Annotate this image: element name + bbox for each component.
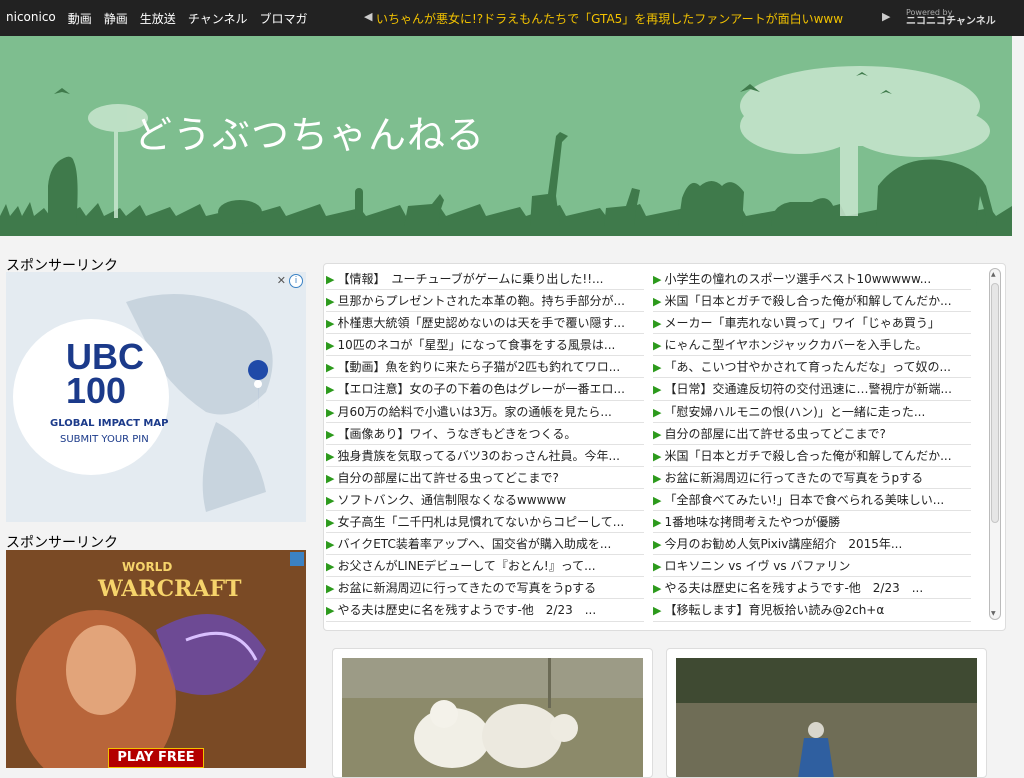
- link-item[interactable]: 自分の部屋に出て許せる虫ってどこまで?: [326, 467, 644, 489]
- polar-bear-photo: [342, 658, 643, 777]
- link-item[interactable]: お盆に新潟周辺に行ってきたので写真をうpする: [653, 467, 971, 489]
- scroll-up-icon[interactable]: ▲: [991, 271, 996, 278]
- link-item[interactable]: 【エロ注意】女の子の下着の色はグレーが一番エロ...: [326, 378, 644, 401]
- top-bar: niconico 動画 静画 生放送 チャンネル ブロマガ ◀ いちゃんが悪女に…: [0, 0, 1024, 36]
- ad-close-icon[interactable]: ✕: [277, 274, 286, 287]
- ticker-prev-icon[interactable]: ◀: [364, 10, 372, 23]
- link-item[interactable]: 10匹のネコが「星型」になって食事をする風景は...: [326, 334, 644, 357]
- nav-channel[interactable]: チャンネル: [188, 10, 248, 27]
- link-item[interactable]: 「慰安婦ハルモニの恨(ハン)」と一緒に走った...: [653, 401, 971, 423]
- link-item[interactable]: 米国「日本とガチで殺し合った俺が和解してんだか...: [653, 445, 971, 467]
- link-item[interactable]: 【画像あり】ワイ、うなぎもどきをつくる。: [326, 423, 644, 445]
- channel-title[interactable]: どうぶつちゃんねる: [134, 104, 485, 159]
- link-item[interactable]: 1番地味な拷問考えたやつが優勝: [653, 511, 971, 534]
- top-nav: niconico 動画 静画 生放送 チャンネル ブロマガ: [6, 10, 307, 27]
- link-item[interactable]: 今月のお勧め人気Pixiv講座紹介 2015年...: [653, 533, 971, 556]
- world-map-graphic: [6, 272, 306, 522]
- link-item[interactable]: 女子高生「二千円札は見慣れてないからコピーして...: [326, 511, 644, 534]
- link-item[interactable]: バイクETC装着率アップへ、国交省が購入助成を...: [326, 533, 644, 556]
- nav-blomaga[interactable]: ブロマガ: [259, 10, 307, 27]
- link-item[interactable]: 自分の部屋に出て許せる虫ってどこまで?: [653, 423, 971, 445]
- link-item[interactable]: お盆に新潟周辺に行ってきたので写真をうpする: [326, 577, 644, 600]
- channel-banner[interactable]: どうぶつちゃんねる: [0, 36, 1012, 236]
- ad-info-icon[interactable]: i: [289, 274, 303, 288]
- link-item[interactable]: にゃんこ型イヤホンジャックカバーを入手した。: [653, 334, 971, 357]
- nav-video[interactable]: 動画: [68, 10, 92, 27]
- link-column-right: 小学生の憧れのスポーツ選手ベスト10wwwww... 米国「日本とガチで殺し合っ…: [653, 268, 971, 622]
- article-card[interactable]: [332, 648, 653, 778]
- link-item[interactable]: 【移転します】育児板拾い読み@2ch+α: [653, 599, 971, 622]
- ad-impact-text: GLOBAL IMPACT MAP: [50, 418, 169, 429]
- ad-submit-text: SUBMIT YOUR PIN: [60, 434, 149, 445]
- link-list-scrollbar[interactable]: ▲ ▼: [989, 268, 1001, 620]
- link-item[interactable]: 旦那からプレゼントされた本革の鞄。持ち手部分が...: [326, 290, 644, 313]
- link-item[interactable]: 「全部食べてみたい!」日本で食べられる美味しい...: [653, 489, 971, 512]
- sponsor-label-2: スポンサーリンク: [6, 535, 118, 551]
- ad-100-text: 100: [66, 370, 127, 411]
- powered-by-logo[interactable]: Powered by ニコニコチャンネル: [906, 8, 996, 27]
- nav-seiga[interactable]: 静画: [104, 10, 128, 27]
- page-edge: [1012, 36, 1024, 768]
- ad-banner-ubc[interactable]: UBC 100 GLOBAL IMPACT MAP SUBMIT YOUR PI…: [6, 272, 306, 522]
- link-item[interactable]: メーカー「車売れない買って」ワイ「じゃあ買う」: [653, 312, 971, 335]
- link-item[interactable]: 【日常】交通違反切符の交付迅速に…警視庁が新端...: [653, 378, 971, 401]
- news-ticker[interactable]: いちゃんが悪女に!?ドラえもんたちで「GTA5」を再現したファンアートが面白いw…: [376, 10, 843, 27]
- link-item[interactable]: 「あ、こいつ甘やかされて育ったんだな」って奴の...: [653, 356, 971, 379]
- ad-world-text: WORLD: [122, 560, 173, 574]
- ad-warcraft-text: WARCRAFT: [98, 576, 242, 602]
- link-item[interactable]: 【情報】 ユーチューブがゲームに乗り出した!!...: [326, 268, 644, 291]
- link-item[interactable]: 小学生の憧れのスポーツ選手ベスト10wwwww...: [653, 268, 971, 291]
- nav-live[interactable]: 生放送: [140, 10, 176, 27]
- link-item[interactable]: ロキソニン vs イヴ vs バファリン: [653, 555, 971, 578]
- play-free-button[interactable]: PLAY FREE: [108, 748, 204, 768]
- lake-fishing-photo: [676, 658, 977, 777]
- link-item[interactable]: 米国「日本とガチで殺し合った俺が和解してんだか...: [653, 290, 971, 313]
- link-item[interactable]: 月60万の給料で小遣いは3万。家の通帳を見たら...: [326, 401, 644, 423]
- link-item[interactable]: 【動画】魚を釣りに来たら子猫が2匹も釣れてワロ...: [326, 356, 644, 379]
- ticker-next-icon[interactable]: ▶: [882, 10, 890, 23]
- scroll-down-icon[interactable]: ▼: [991, 610, 996, 617]
- ad-choices-icon[interactable]: [290, 552, 304, 566]
- link-item[interactable]: 独身貴族を気取ってるバツ3のおっさん社員。今年...: [326, 445, 644, 467]
- link-item[interactable]: ソフトバンク、通信制限なくなるwwwww: [326, 489, 644, 512]
- article-card[interactable]: [666, 648, 987, 778]
- link-item[interactable]: やる夫は歴史に名を残すようです-他 2/23 ...: [653, 577, 971, 600]
- ad-banner-warcraft[interactable]: WORLD WARCRAFT PLAY FREE: [6, 550, 306, 768]
- link-item[interactable]: お父さんがLINEデビューして『おとん!』って...: [326, 555, 644, 578]
- link-item[interactable]: 朴槿恵大統領「歴史認めないのは天を手で覆い隠す...: [326, 312, 644, 335]
- link-item[interactable]: やる夫は歴史に名を残すようです-他 2/23 ...: [326, 599, 644, 622]
- link-list-panel: 【情報】 ユーチューブがゲームに乗り出した!!... 旦那からプレゼントされた本…: [323, 263, 1006, 631]
- nav-niconico[interactable]: niconico: [6, 10, 56, 27]
- scroll-thumb[interactable]: [991, 283, 999, 523]
- link-column-left: 【情報】 ユーチューブがゲームに乗り出した!!... 旦那からプレゼントされた本…: [326, 268, 644, 622]
